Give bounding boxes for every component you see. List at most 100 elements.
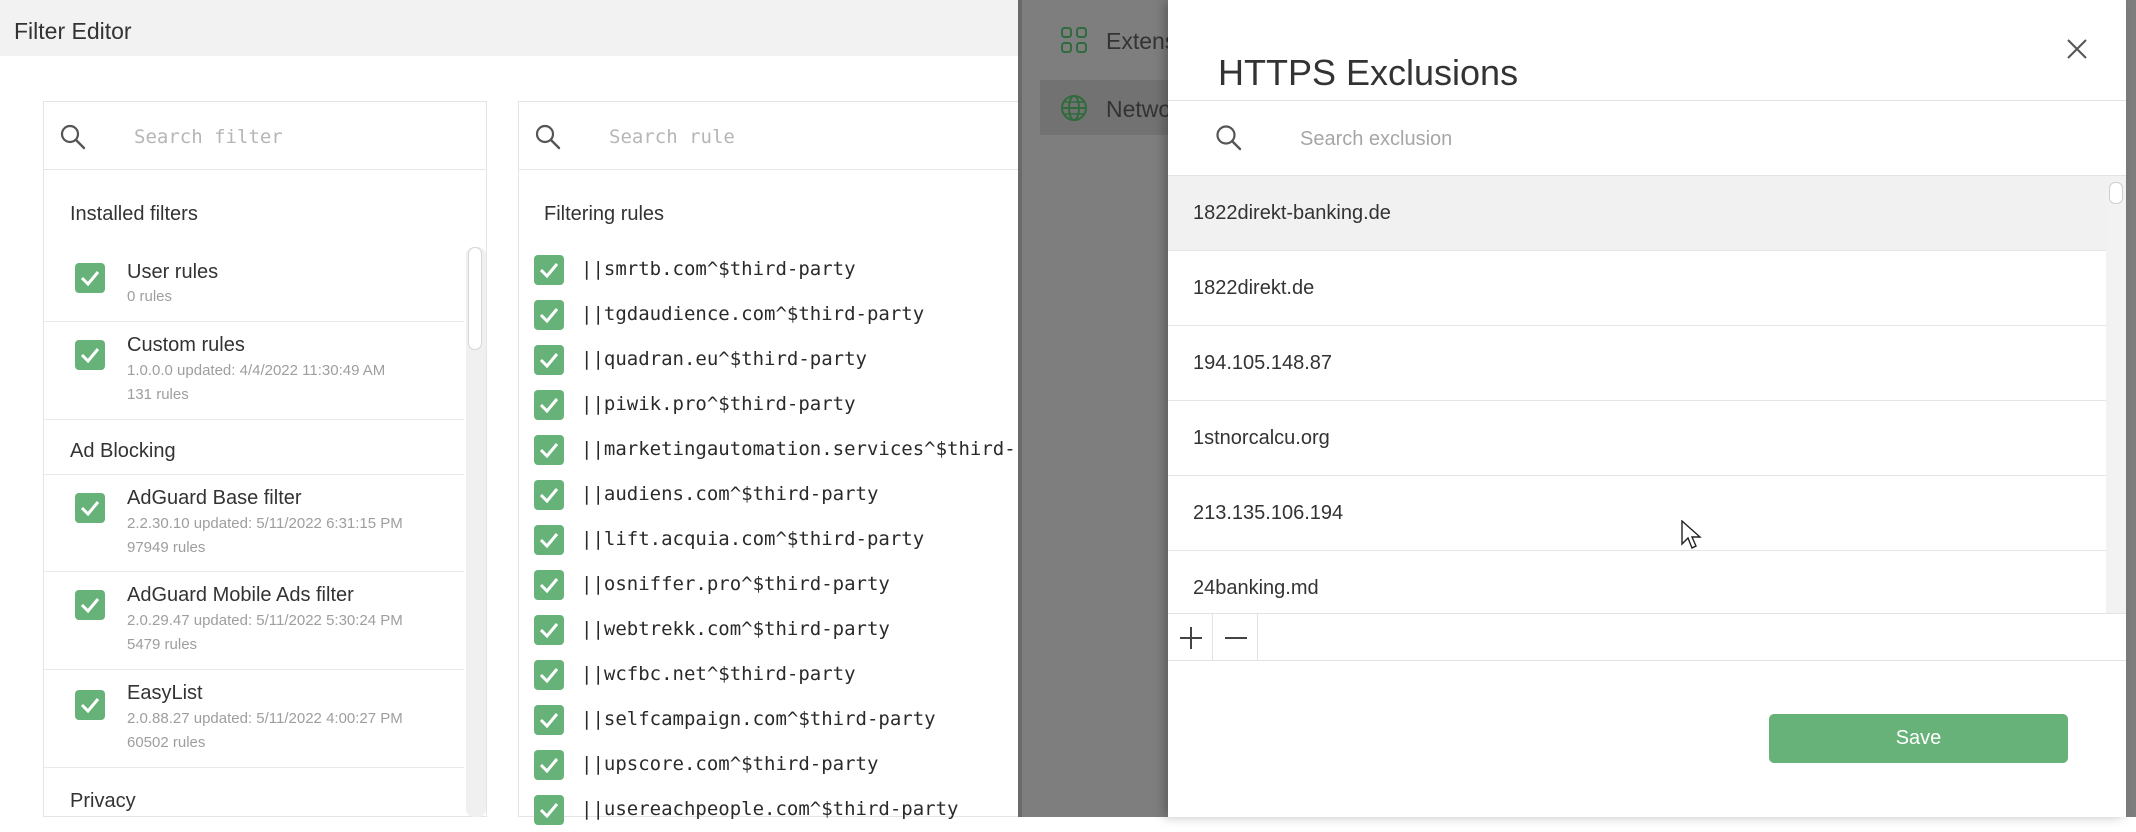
check-icon	[539, 623, 559, 639]
modal-title: HTTPS Exclusions	[1218, 52, 1519, 94]
filter-checkbox[interactable]	[75, 493, 105, 523]
filter-rule-count: 60502 rules	[127, 734, 206, 751]
exclusion-item[interactable]: 24banking.md	[1168, 551, 2106, 613]
rule-text: ||wcfbc.net^$third-party	[581, 663, 856, 685]
rule-checkbox[interactable]	[534, 705, 564, 735]
exclusion-item[interactable]: 194.105.148.87	[1168, 326, 2106, 401]
filter-item-user-rules[interactable]: User rules 0 rules	[44, 247, 464, 322]
rule-checkbox[interactable]	[534, 750, 564, 780]
rule-checkbox[interactable]	[534, 795, 564, 825]
rule-checkbox[interactable]	[534, 255, 564, 285]
rule-text: ||tgdaudience.com^$third-party	[581, 303, 925, 325]
exclusion-domain: 1stnorcalcu.org	[1193, 427, 1330, 449]
https-exclusions-modal: HTTPS Exclusions 1822direkt-banking.de18…	[1168, 0, 2126, 817]
rule-checkbox[interactable]	[534, 345, 564, 375]
exclusion-item[interactable]: 1stnorcalcu.org	[1168, 401, 2106, 476]
rule-checkbox[interactable]	[534, 435, 564, 465]
rule-row[interactable]: ||selfcampaign.com^$third-party	[534, 697, 1054, 742]
group-title-installed: Installed filters	[70, 203, 198, 225]
rule-text: ||smrtb.com^$third-party	[581, 258, 856, 280]
filter-name: User rules	[127, 261, 219, 283]
rule-row[interactable]: ||piwik.pro^$third-party	[534, 382, 1054, 427]
nav-label: Netwo	[1106, 96, 1170, 122]
filter-checkbox[interactable]	[75, 340, 105, 370]
window-edge	[1018, 0, 1022, 817]
exclusion-item[interactable]: 213.135.106.194	[1168, 476, 2106, 551]
rule-row[interactable]: ||webtrekk.com^$third-party	[534, 607, 1054, 652]
rule-text: ||selfcampaign.com^$third-party	[581, 708, 936, 730]
check-icon	[80, 501, 100, 517]
filter-item-easylist[interactable]: EasyList 2.0.88.27 updated: 5/11/2022 4:…	[44, 670, 464, 768]
rule-checkbox[interactable]	[534, 525, 564, 555]
add-exclusion-button[interactable]	[1168, 614, 1213, 661]
rule-search-input[interactable]	[607, 120, 1007, 154]
rule-checkbox[interactable]	[534, 660, 564, 690]
filter-search-input[interactable]	[132, 120, 462, 154]
rule-row[interactable]: ||audiens.com^$third-party	[534, 472, 1054, 517]
mouse-cursor-icon	[1681, 520, 1702, 549]
filter-name: Custom rules	[127, 334, 245, 356]
search-icon	[60, 124, 86, 150]
filter-rule-count: 97949 rules	[127, 539, 206, 556]
filter-item-custom-rules[interactable]: Custom rules 1.0.0.0 updated: 4/4/2022 1…	[44, 322, 464, 420]
exclusion-item[interactable]: 1822direkt-banking.de	[1168, 176, 2106, 251]
filter-search-row	[44, 102, 486, 170]
filter-name: AdGuard Mobile Ads filter	[127, 584, 354, 606]
rule-checkbox[interactable]	[534, 615, 564, 645]
rule-row[interactable]: ||upscore.com^$third-party	[534, 742, 1054, 787]
filter-checkbox[interactable]	[75, 690, 105, 720]
rule-row[interactable]: ||lift.acquia.com^$third-party	[534, 517, 1054, 562]
check-icon	[80, 348, 100, 364]
rule-checkbox[interactable]	[534, 570, 564, 600]
check-icon	[80, 271, 100, 287]
filters-scrollbar-thumb[interactable]	[468, 247, 482, 350]
filter-name: AdGuard Base filter	[127, 487, 302, 509]
filter-item-adguard-base[interactable]: AdGuard Base filter 2.2.30.10 updated: 5…	[44, 474, 464, 572]
rule-row[interactable]: ||quadran.eu^$third-party	[534, 337, 1054, 382]
nav-label: Extens	[1106, 28, 1170, 54]
settings-nav-network[interactable]: Netwo	[1040, 80, 1170, 135]
rule-text: ||osniffer.pro^$third-party	[581, 573, 890, 595]
rule-text: ||marketingautomation.services^$third-	[581, 438, 1016, 460]
close-button[interactable]	[2056, 28, 2096, 68]
exclusions-toolbar	[1168, 613, 2126, 661]
check-icon	[539, 668, 559, 684]
rule-row[interactable]: ||usereachpeople.com^$third-party	[534, 787, 1054, 832]
filter-meta: 2.0.29.47 updated: 5/11/2022 5:30:24 PM	[127, 612, 403, 629]
minus-icon	[1225, 637, 1247, 639]
check-icon	[539, 533, 559, 549]
rule-row[interactable]: ||osniffer.pro^$third-party	[534, 562, 1054, 607]
filter-checkbox[interactable]	[75, 590, 105, 620]
exclusions-scrollbar-thumb[interactable]	[2109, 182, 2123, 204]
check-icon	[539, 308, 559, 324]
remove-exclusion-button[interactable]	[1213, 614, 1258, 661]
save-button[interactable]: Save	[1769, 714, 2068, 763]
overlay-right-edge	[2126, 0, 2136, 817]
rule-text: ||quadran.eu^$third-party	[581, 348, 867, 370]
rule-row[interactable]: ||smrtb.com^$third-party	[534, 247, 1054, 292]
check-icon	[539, 353, 559, 369]
settings-nav-extensions[interactable]: Extens	[1040, 12, 1170, 67]
rule-checkbox[interactable]	[534, 390, 564, 420]
exclusion-domain: 194.105.148.87	[1193, 352, 1333, 374]
globe-icon	[1061, 95, 1087, 121]
exclusion-item[interactable]: 1822direkt.de	[1168, 251, 2106, 326]
exclusions-list: 1822direkt-banking.de 1822direkt.de 194.10…	[1168, 176, 2108, 613]
check-icon	[539, 758, 559, 774]
exclusion-domain: 1822direkt.de	[1193, 277, 1315, 299]
exclusion-search-input[interactable]	[1298, 121, 2018, 157]
window-title: Filter Editor	[14, 18, 132, 44]
filters-scrollbar[interactable]	[466, 247, 486, 817]
rule-checkbox[interactable]	[534, 480, 564, 510]
filter-item-adguard-mobile[interactable]: AdGuard Mobile Ads filter 2.0.29.47 upda…	[44, 572, 464, 670]
rule-checkbox[interactable]	[534, 300, 564, 330]
check-icon	[539, 398, 559, 414]
rule-row[interactable]: ||marketingautomation.services^$third-	[534, 427, 1054, 472]
check-icon	[80, 598, 100, 614]
check-icon	[539, 713, 559, 729]
check-icon	[80, 698, 100, 714]
rule-row[interactable]: ||tgdaudience.com^$third-party	[534, 292, 1054, 337]
filter-checkbox[interactable]	[75, 263, 105, 293]
rule-row[interactable]: ||wcfbc.net^$third-party	[534, 652, 1054, 697]
exclusions-scrollbar[interactable]	[2106, 176, 2126, 613]
